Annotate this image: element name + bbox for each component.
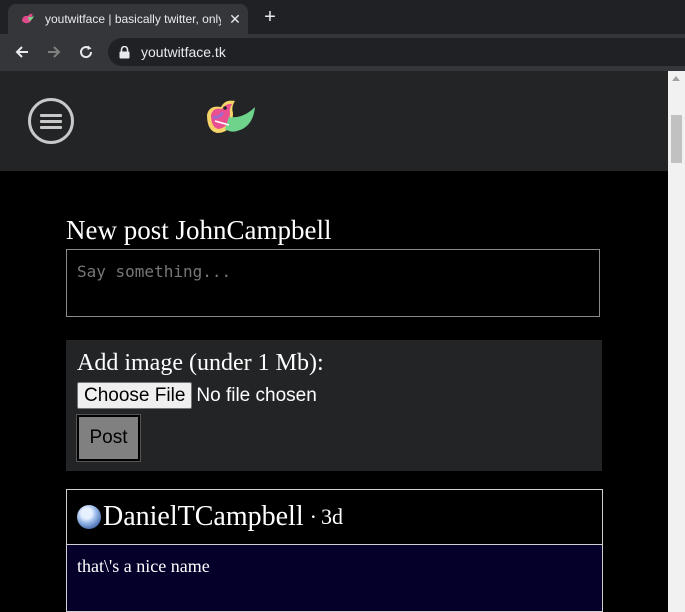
post-author[interactable]: DanielTCampbell bbox=[103, 501, 304, 533]
image-upload-panel: Add image (under 1 Mb): Choose File No f… bbox=[66, 340, 602, 471]
post-text-input[interactable] bbox=[66, 249, 600, 317]
hamburger-icon bbox=[40, 111, 62, 132]
page-content: New post JohnCampbell Add image (under 1… bbox=[0, 71, 668, 612]
lock-icon bbox=[119, 45, 131, 59]
post-separator: · bbox=[309, 504, 317, 529]
file-input: Choose File No file chosen bbox=[77, 382, 317, 409]
browser-toolbar: youtwitface.tk bbox=[0, 34, 685, 71]
site-logo-bird-icon[interactable] bbox=[203, 97, 257, 141]
tab-strip: youtwitface | basically twitter, only ✕ … bbox=[0, 0, 685, 34]
bird-favicon-icon bbox=[20, 11, 36, 27]
scrollbar-thumb[interactable] bbox=[671, 115, 682, 163]
choose-file-button[interactable]: Choose File bbox=[77, 382, 193, 409]
back-arrow-icon[interactable] bbox=[12, 42, 32, 62]
tab-title: youtwitface | basically twitter, only bbox=[45, 12, 221, 26]
vertical-scrollbar[interactable] bbox=[668, 71, 685, 612]
forward-arrow-icon[interactable] bbox=[44, 42, 64, 62]
new-tab-button[interactable]: + bbox=[260, 7, 280, 27]
post-button[interactable]: Post bbox=[77, 415, 140, 461]
scroll-up-arrow-icon[interactable] bbox=[672, 76, 680, 81]
post-age: 3d bbox=[320, 504, 343, 529]
post-body: that\'s a nice name bbox=[66, 545, 603, 612]
new-post-title: New post JohnCampbell bbox=[66, 215, 332, 245]
post-header: DanielTCampbell · 3d bbox=[66, 489, 603, 545]
avatar-bulb-icon[interactable] bbox=[77, 505, 101, 529]
browser-chrome: youtwitface | basically twitter, only ✕ … bbox=[0, 0, 685, 71]
add-image-label: Add image (under 1 Mb): bbox=[77, 350, 324, 376]
url-text: youtwitface.tk bbox=[141, 44, 226, 60]
tab-close-icon[interactable]: ✕ bbox=[227, 11, 243, 28]
site-header bbox=[0, 71, 668, 171]
feed-post: DanielTCampbell · 3d that\'s a nice name bbox=[66, 489, 603, 612]
file-status-text: No file chosen bbox=[196, 384, 317, 406]
address-bar[interactable]: youtwitface.tk bbox=[108, 38, 685, 66]
browser-tab[interactable]: youtwitface | basically twitter, only ✕ bbox=[8, 4, 248, 34]
post-text: that\'s a nice name bbox=[77, 556, 210, 576]
reload-icon[interactable] bbox=[76, 42, 96, 62]
menu-button[interactable] bbox=[28, 98, 74, 144]
